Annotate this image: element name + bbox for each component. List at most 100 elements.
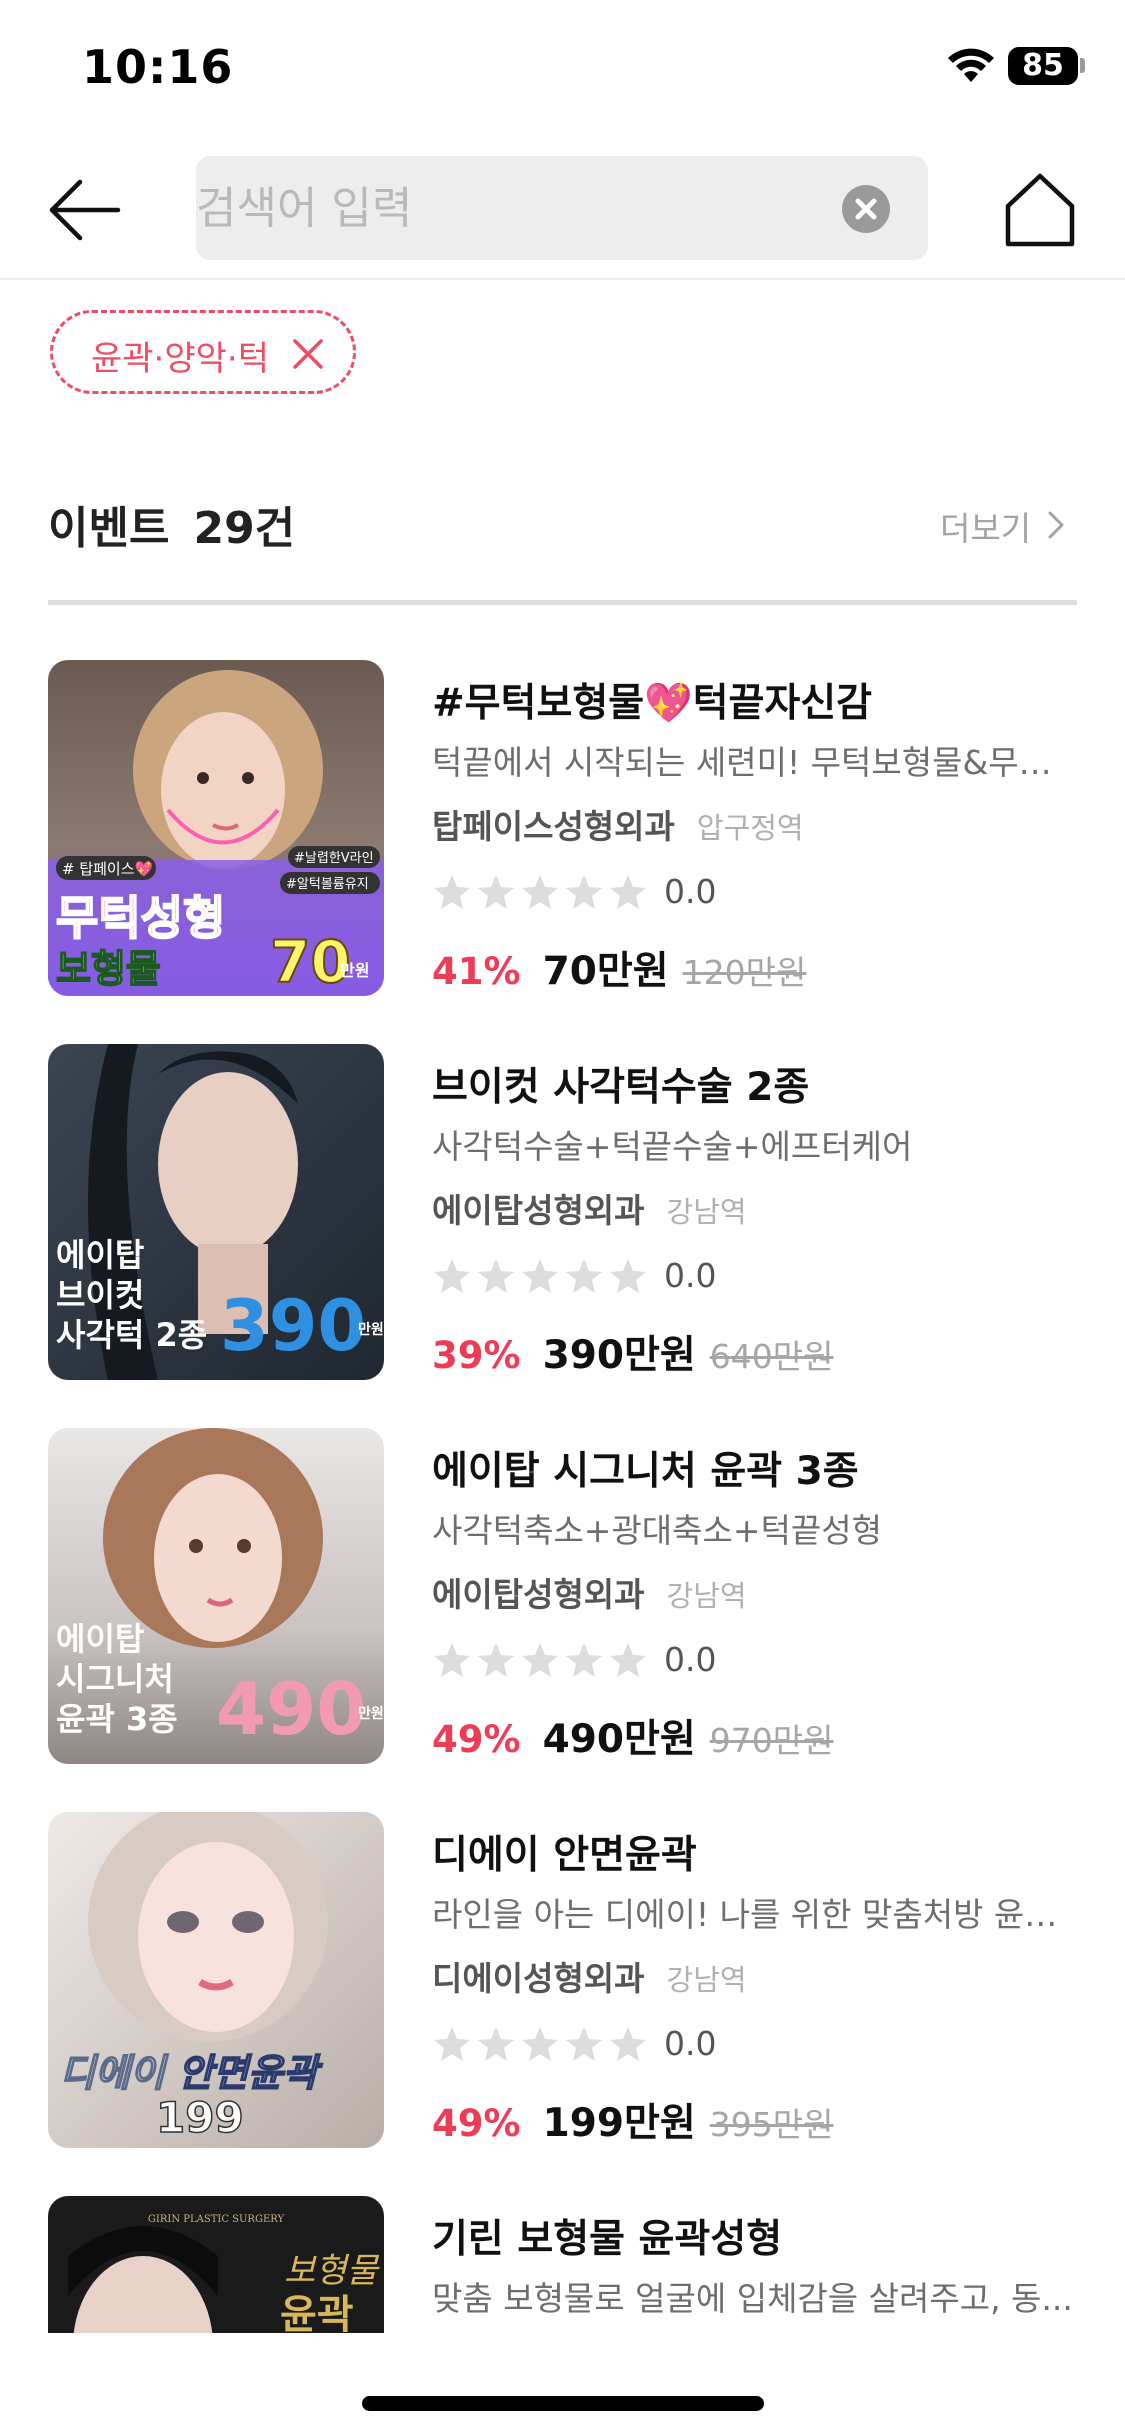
event-price: 199만원 [542, 2101, 696, 2146]
section-title: 이벤트 29건 [48, 492, 295, 556]
thumb-headline: 보형물 [284, 2251, 381, 2291]
event-thumbnail: 에이탑 시그니처 윤곽 3종 490 만원 [48, 1428, 384, 1764]
search-header [0, 140, 1125, 280]
event-thumbnail-image: # 탑페이스💖 #날렵한V라인 #알턱볼륨유지 무턱성형 보형물 70 만원 [48, 660, 384, 996]
chevron-right-icon[interactable] [1044, 509, 1068, 541]
thumb-price: 490 [216, 1667, 366, 1751]
thumb-headline: 윤곽 3종 [56, 1700, 178, 1738]
thumb-headline: 디에이 [60, 2051, 169, 2095]
event-description: 사각턱수술+턱끝수술+에프터케어 [432, 1127, 913, 1166]
event-hospital: 탑페이스성형외과 압구정역 [432, 800, 804, 848]
status-time: 10:16 [82, 40, 234, 94]
thumb-caption: GIRIN PLASTIC SURGERY [148, 2214, 285, 2225]
thumb-headline: 무턱성형 [56, 891, 225, 945]
event-rating: 0.0 [664, 2024, 717, 2063]
event-item[interactable]: 디에이 안면윤곽 199 디에이 안면윤곽 라인을 아는 디에이! 나를 위한 … [48, 1812, 1078, 2148]
event-title: 브이컷 사각턱수술 2종 [432, 1065, 810, 1110]
battery-indicator: 85 [1008, 47, 1078, 85]
event-original-price: 120만원 [682, 953, 807, 992]
rating-stars [432, 1640, 648, 1680]
hospital-station: 강남역 [666, 1963, 747, 1997]
thumb-tag: #날렵한V라인 [294, 851, 374, 866]
clear-x-icon [855, 198, 877, 220]
event-list: # 탑페이스💖 #날렵한V라인 #알턱볼륨유지 무턱성형 보형물 70 만원 #… [0, 640, 1125, 2333]
section-count: 29건 [193, 503, 296, 554]
event-title: 디에이 안면윤곽 [432, 1833, 697, 1878]
section-divider [48, 600, 1077, 605]
rating-stars [432, 872, 648, 912]
rating-stars [432, 2024, 648, 2064]
filter-chip-label: 윤곽·양악·턱 [91, 339, 270, 379]
event-item[interactable]: 에이탑 시그니처 윤곽 3종 490 만원 에이탑 시그니처 윤곽 3종 사각턱… [48, 1428, 1078, 1764]
thumb-tag: # 탑페이스💖 [62, 860, 154, 878]
thumb-price: 70 [270, 928, 351, 996]
thumb-unit: 만원 [358, 1706, 384, 1722]
event-title: 에이탑 시그니처 윤곽 3종 [432, 1449, 859, 1494]
event-hospital: 에이탑성형외과 강남역 [432, 1184, 747, 1232]
event-discount: 39% [432, 1334, 521, 1377]
event-original-price: 970만원 [709, 1721, 834, 1760]
event-thumbnail-image: 디에이 안면윤곽 199 [48, 1812, 384, 2148]
thumb-price: 390 [220, 1285, 366, 1367]
event-price: 390만원 [542, 1333, 696, 1378]
thumb-headline: 안면윤곽 [178, 2051, 323, 2095]
event-price: 490만원 [542, 1717, 696, 1762]
wifi-icon [948, 48, 994, 82]
thumb-headline: 에이탑 [56, 1236, 144, 1274]
event-item[interactable]: 에이탑 브이컷 사각턱 2종 390 만원 브이컷 사각턱수술 2종 사각턱수술… [48, 1044, 1078, 1380]
star-icon [434, 1643, 646, 1677]
home-indicator [362, 2396, 764, 2411]
thumb-unit: 만원 [340, 961, 369, 980]
event-description: 라인을 아는 디에이! 나를 위한 맞춤처방 윤곽... [432, 1895, 1078, 1934]
battery-tip [1080, 58, 1085, 73]
event-item[interactable]: # 탑페이스💖 #날렵한V라인 #알턱볼륨유지 무턱성형 보형물 70 만원 #… [48, 660, 1078, 996]
event-discount: 41% [432, 950, 521, 993]
thumb-headline: 브이컷 [56, 1276, 144, 1314]
event-price-row: 49% 490만원 970만원 [432, 1708, 833, 1764]
event-rating: 0.0 [664, 1640, 717, 1679]
hospital-name: 탑페이스성형외과 [432, 807, 675, 846]
event-hospital: 디에이성형외과 강남역 [432, 1952, 747, 2000]
event-thumbnail-image: 에이탑 브이컷 사각턱 2종 390 만원 [48, 1044, 384, 1380]
event-thumbnail: GIRIN PLASTIC SURGERY 보형물 윤곽 [48, 2196, 384, 2333]
star-icon [434, 1259, 646, 1293]
more-link[interactable]: 더보기 [940, 502, 1031, 550]
thumb-headline: 에이탑 [56, 1620, 144, 1658]
event-hospital: 에이탑성형외과 강남역 [432, 1568, 747, 1616]
clear-search-button[interactable] [842, 185, 890, 233]
home-icon [1005, 173, 1075, 247]
event-thumbnail: # 탑페이스💖 #날렵한V라인 #알턱볼륨유지 무턱성형 보형물 70 만원 [48, 660, 384, 996]
event-item[interactable]: GIRIN PLASTIC SURGERY 보형물 윤곽 기린 보형물 윤곽성형… [48, 2196, 1078, 2333]
event-price-row: 39% 390만원 640만원 [432, 1324, 833, 1380]
event-title: #무턱보형물💖턱끝자신감 [432, 681, 873, 726]
close-x-icon[interactable] [289, 335, 327, 373]
event-discount: 49% [432, 1718, 521, 1761]
event-price-row: 41% 70만원 120만원 [432, 940, 806, 996]
event-thumbnail-image: GIRIN PLASTIC SURGERY 보형물 윤곽 [48, 2196, 384, 2333]
hospital-name: 디에이성형외과 [432, 1959, 645, 1998]
filter-chip[interactable]: 윤곽·양악·턱 [50, 310, 356, 394]
event-description: 턱끝에서 시작되는 세련미! 무턱보형물&무턱... [432, 743, 1078, 782]
thumb-unit: 만원 [358, 1322, 384, 1338]
thumb-price: 199 [156, 2093, 244, 2142]
arrow-left-icon [49, 179, 121, 241]
event-original-price: 395만원 [709, 2105, 834, 2144]
event-thumbnail: 디에이 안면윤곽 199 [48, 1812, 384, 2148]
event-thumbnail-image: 에이탑 시그니처 윤곽 3종 490 만원 [48, 1428, 384, 1764]
status-bar: 10:16 85 [0, 0, 1125, 140]
star-icon [434, 875, 646, 909]
event-description: 사각턱축소+광대축소+턱끝성형 [432, 1511, 882, 1550]
event-title: 기린 보형물 윤곽성형 [432, 2217, 783, 2262]
rating-stars [432, 1256, 648, 1296]
search-box [196, 156, 928, 260]
section-title-label: 이벤트 [48, 503, 170, 554]
event-original-price: 640만원 [709, 1337, 834, 1376]
back-button[interactable] [40, 170, 130, 250]
thumb-headline: 사각턱 2종 [56, 1316, 207, 1354]
thumb-headline: 시그니처 [56, 1660, 174, 1698]
home-button[interactable] [1000, 164, 1080, 254]
event-rating: 0.0 [664, 872, 717, 911]
search-input[interactable] [196, 156, 836, 260]
hospital-name: 에이탑성형외과 [432, 1191, 645, 1230]
thumb-headline: 보형물 [56, 947, 161, 991]
